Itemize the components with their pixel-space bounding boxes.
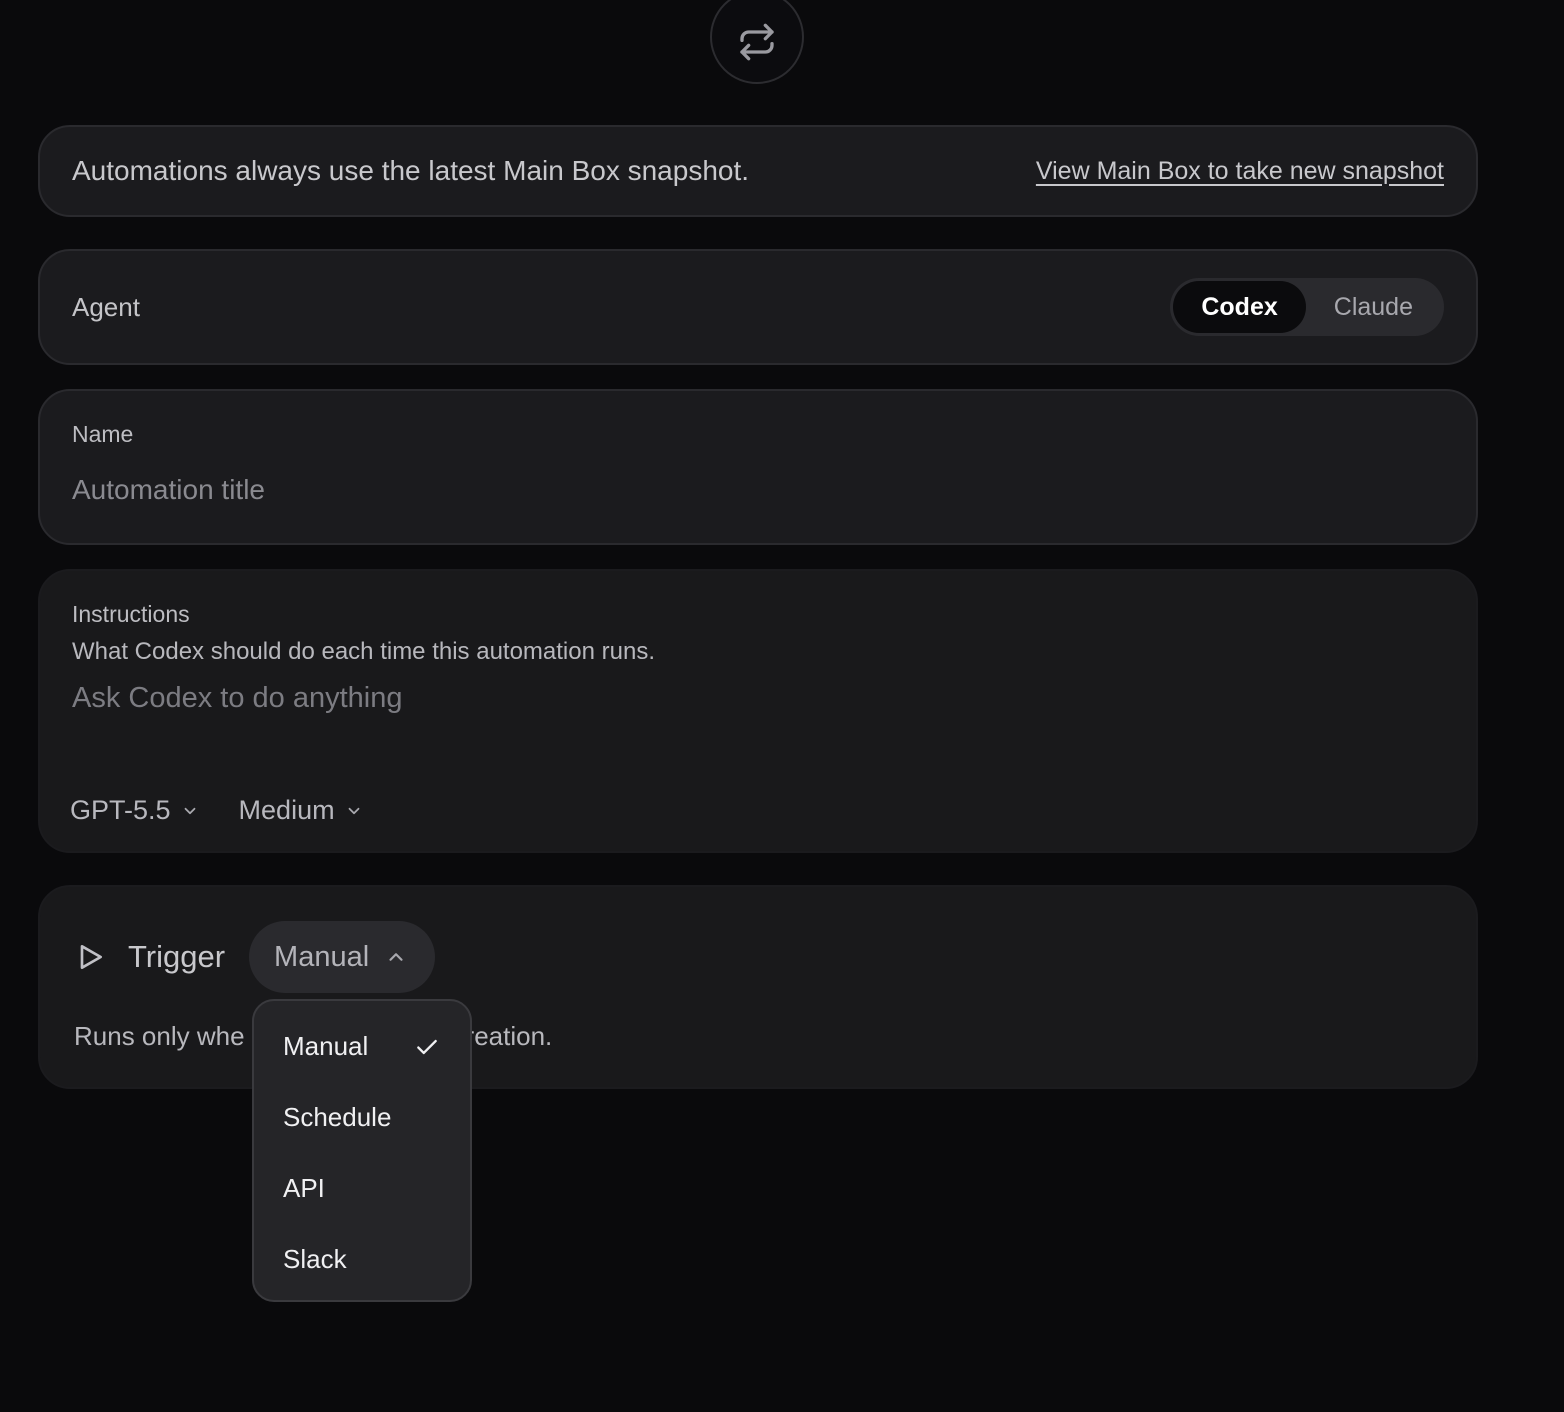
name-card: Name [38,389,1478,545]
check-icon [417,1039,437,1054]
automation-editor: Automations always use the latest Main B… [0,0,1564,1412]
menu-item-label: Schedule [283,1102,392,1132]
agent-toggle: Codex Claude [1170,278,1444,336]
chevron-up-icon [389,953,403,961]
agent-option-codex[interactable]: Codex [1173,281,1306,333]
menu-item-label: Manual [283,1031,369,1061]
instructions-label: Instructions [72,601,190,627]
instructions-card: Instructions What Codex should do each t… [38,569,1478,853]
name-label: Name [72,421,134,447]
snapshot-message: Automations always use the latest Main B… [72,155,750,186]
menu-item-label: API [283,1173,325,1203]
model-value: GPT-5.5 [70,795,171,825]
repeat-icon [710,0,804,84]
effort-select[interactable]: Medium [239,795,363,826]
trigger-value: Manual [274,940,370,973]
chevron-down-icon [184,807,195,814]
instructions-input[interactable] [72,682,1444,752]
trigger-menu: Manual Schedule API Slack [252,999,472,1302]
chevron-down-icon [348,807,359,814]
menu-item-manual[interactable]: Manual [254,1011,470,1082]
trigger-row: Trigger Manual [74,921,436,993]
menu-item-label: Slack [283,1244,347,1274]
automation-title-input[interactable] [72,474,1444,506]
instructions-help: What Codex should do each time this auto… [72,638,655,665]
model-selectors: GPT-5.5 Medium [70,795,363,826]
agent-card: Agent Codex Claude [38,249,1478,365]
menu-item-api[interactable]: API [254,1153,470,1224]
menu-item-schedule[interactable]: Schedule [254,1082,470,1153]
trigger-select[interactable]: Manual [249,921,436,993]
effort-value: Medium [238,795,335,825]
agent-label: Agent [72,291,140,322]
menu-item-slack[interactable]: Slack [254,1224,470,1295]
trigger-description-start: Runs only whe [74,1021,245,1051]
model-select[interactable]: GPT-5.5 [70,795,199,826]
view-main-box-link[interactable]: View Main Box to take new snapshot [1036,157,1444,186]
trigger-label: Trigger [128,939,226,974]
snapshot-notice: Automations always use the latest Main B… [38,125,1478,217]
agent-option-claude[interactable]: Claude [1306,281,1441,333]
trigger-description-end: reation. [465,1021,553,1051]
play-icon [80,945,102,969]
